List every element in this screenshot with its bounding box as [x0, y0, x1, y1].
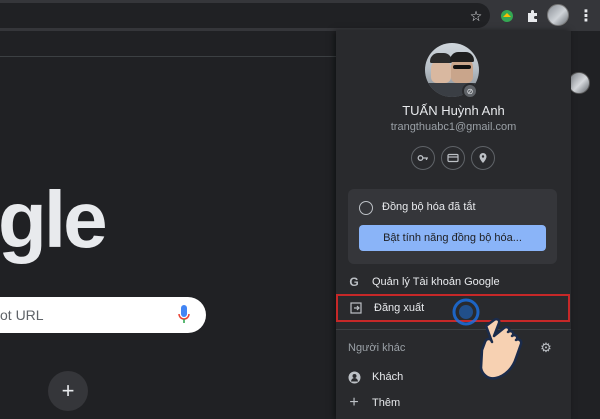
add-label: Thêm [372, 397, 401, 409]
google-g-icon: G [349, 275, 359, 289]
sync-off-icon [359, 201, 373, 215]
pointer-hand-icon [452, 298, 523, 380]
manage-account-label: Quản lý Tài khoản Google [372, 276, 500, 288]
turn-on-sync-button[interactable]: Bật tính năng đồng bộ hóa... [359, 225, 546, 251]
other-people-heading: Người khác [348, 342, 406, 354]
sign-out-icon [338, 302, 374, 314]
passwords-button[interactable] [411, 146, 435, 170]
sync-status: Đồng bộ hóa đã tắt [382, 201, 476, 213]
profile-email: trangthuabc1@gmail.com [390, 121, 517, 133]
bookmarks-bar [0, 31, 336, 57]
search-input[interactable]: ot URL [0, 297, 206, 333]
profile-avatar-button[interactable] [547, 4, 569, 26]
browser-toolbar: ☆ ⋮ [0, 0, 600, 31]
ntp-avatar[interactable] [568, 72, 590, 94]
extension-icon[interactable] [497, 6, 517, 26]
profile-name: TUẤN Huỳnh Anh [402, 103, 505, 118]
guest-label: Khách [372, 371, 404, 383]
manage-account-item[interactable]: G Quản lý Tài khoản Google [336, 269, 571, 295]
payment-methods-button[interactable] [441, 146, 465, 170]
sign-out-label: Đăng xuất [374, 302, 425, 314]
addresses-button[interactable] [471, 146, 495, 170]
sync-off-badge-icon: ⊘ [462, 83, 478, 99]
google-logo: gle [0, 175, 108, 264]
sync-card: Đồng bộ hóa đã tắt Bật tính năng đồng bộ… [348, 189, 557, 264]
address-bar[interactable] [0, 3, 490, 28]
person-icon [336, 371, 372, 384]
mic-icon[interactable] [178, 305, 190, 325]
add-shortcut-button[interactable]: + [48, 371, 88, 411]
star-icon[interactable]: ☆ [466, 6, 486, 26]
search-placeholder: ot URL [0, 307, 44, 323]
add-person-item[interactable]: + Thêm [336, 390, 571, 416]
location-icon [479, 153, 487, 163]
card-icon [447, 153, 459, 163]
key-icon [417, 155, 428, 161]
kebab-icon[interactable]: ⋮ [576, 6, 596, 26]
puzzle-icon[interactable] [523, 6, 543, 26]
plus-icon: + [349, 394, 359, 411]
